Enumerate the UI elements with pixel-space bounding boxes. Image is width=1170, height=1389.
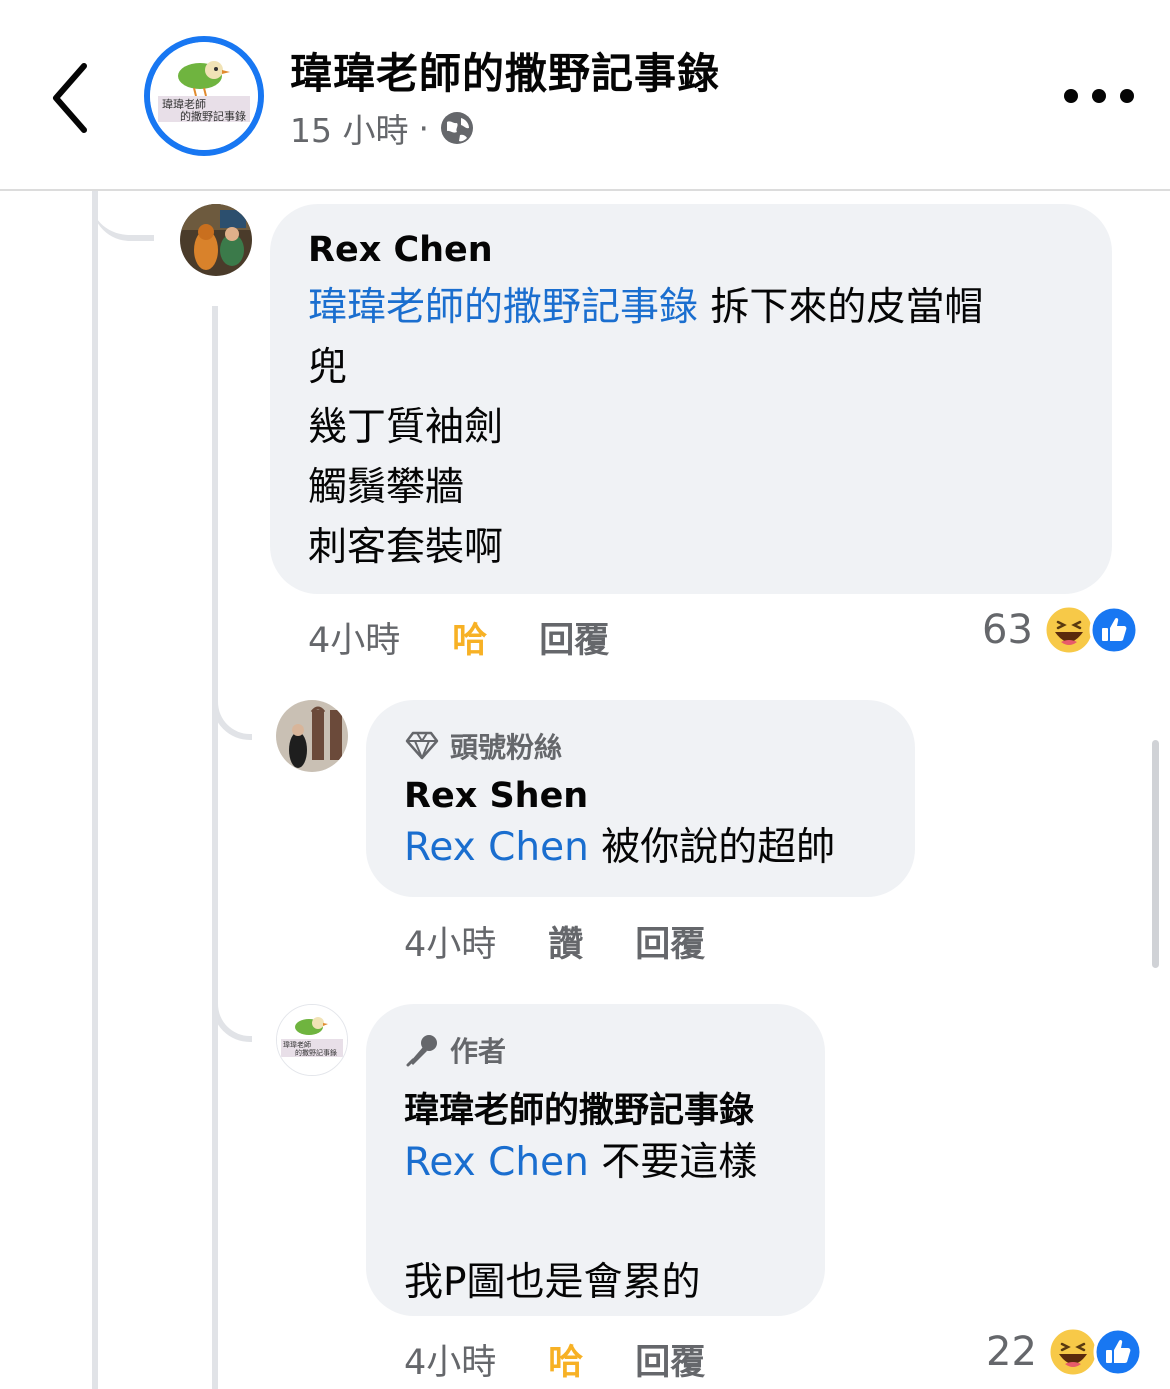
mention-link[interactable]: Rex Chen — [404, 1140, 589, 1185]
comment-bubble: 作者 瑋瑋老師的撒野記事錄 Rex Chen 不要這樣 我P圖也是會累的 — [366, 1004, 825, 1316]
back-chevron-icon[interactable] — [46, 58, 96, 138]
comment-bubble: Rex Chen 瑋瑋老師的撒野記事錄 拆下來的皮當帽 兜 幾丁質袖劍 觸鬚攀牆… — [270, 204, 1112, 594]
comment-text: 瑋瑋老師的撒野記事錄 拆下來的皮當帽 — [308, 278, 1074, 338]
comment-text-line: 不要這樣 — [588, 1140, 758, 1185]
more-icon-dot — [1064, 89, 1078, 103]
comment-actions: 4小時 哈 回覆 — [404, 1334, 705, 1385]
reaction-summary[interactable]: 22 — [986, 1326, 1143, 1378]
scrollbar[interactable] — [1152, 740, 1159, 968]
like-icon — [1089, 605, 1139, 655]
thread-connector — [212, 960, 252, 1042]
badge-label: 作者 — [450, 1035, 507, 1068]
reaction-button[interactable]: 哈 — [548, 1334, 583, 1385]
comment-author[interactable]: 瑋瑋老師的撒野記事錄 — [404, 1082, 787, 1133]
comment-text-line: 觸鬚攀牆 — [308, 465, 465, 510]
reaction-count: 22 — [986, 1329, 1037, 1375]
svg-text:瑋瑋老師: 瑋瑋老師 — [283, 1040, 311, 1049]
page-avatar-small[interactable]: 瑋瑋老師 的撒野記事錄 — [276, 1004, 348, 1076]
like-icon — [1093, 1327, 1143, 1377]
thread-connector — [212, 660, 252, 740]
separator-dot: · — [418, 108, 429, 148]
thread-line-inner — [212, 306, 218, 1389]
comment-text-line: 我P圖也是會累的 — [404, 1260, 701, 1305]
comment-time[interactable]: 4小時 — [404, 1334, 496, 1385]
like-button[interactable]: 讚 — [548, 916, 583, 967]
more-icon-dot — [1120, 89, 1134, 103]
post-meta: 15 小時 · — [290, 104, 475, 152]
comment-time[interactable]: 4小時 — [404, 916, 496, 967]
reply-button[interactable]: 回覆 — [635, 1334, 705, 1385]
comment-actions: 4小時 哈 回覆 — [308, 612, 609, 663]
reply-button[interactable]: 回覆 — [539, 612, 609, 663]
svg-text:的撒野記事錄: 的撒野記事錄 — [295, 1048, 337, 1057]
more-options-button[interactable] — [1064, 82, 1134, 110]
comment-actions: 4小時 讚 回覆 — [404, 916, 705, 967]
comment-text-line: 拆下來的皮當帽 — [698, 285, 984, 330]
globe-icon — [440, 112, 473, 144]
comment-text: Rex Chen 不要這樣 — [404, 1133, 787, 1193]
comment-text-line: 兜 — [308, 345, 348, 390]
commenter-avatar[interactable] — [276, 700, 348, 772]
thread-connector — [92, 191, 154, 241]
reaction-button[interactable]: 哈 — [452, 612, 487, 663]
commenter-avatar[interactable] — [180, 204, 252, 276]
haha-emoji-icon — [1047, 1326, 1099, 1378]
comment-time[interactable]: 4小時 — [308, 612, 400, 663]
more-icon-dot — [1092, 89, 1106, 103]
mention-link[interactable]: Rex Chen — [404, 825, 589, 870]
svg-text:瑋瑋老師: 瑋瑋老師 — [162, 97, 206, 111]
post-header: 瑋瑋老師 的撒野記事錄 瑋瑋老師的撒野記事錄 15 小時 · — [0, 0, 1170, 191]
page-name[interactable]: 瑋瑋老師的撒野記事錄 — [290, 40, 720, 101]
post-time[interactable]: 15 小時 — [290, 104, 408, 152]
author-badge: 作者 — [404, 1030, 787, 1070]
badge-label: 頭號粉絲 — [450, 731, 563, 764]
mention-link[interactable]: 瑋瑋老師的撒野記事錄 — [308, 285, 698, 330]
comment-text-line: 幾丁質袖劍 — [308, 405, 504, 450]
diamond-icon — [405, 731, 439, 760]
comment-text-line: 被你說的超帥 — [588, 825, 836, 870]
svg-text:的撒野記事錄: 的撒野記事錄 — [180, 109, 246, 123]
reaction-count: 63 — [982, 607, 1033, 653]
comment-text: Rex Chen 被你說的超帥 — [404, 818, 877, 878]
comment-author[interactable]: Rex Chen — [308, 230, 1074, 270]
top-fan-badge: 頭號粉絲 — [404, 726, 877, 766]
microphone-icon — [406, 1035, 437, 1067]
reply-button[interactable]: 回覆 — [635, 916, 705, 967]
comment-bubble: 頭號粉絲 Rex Shen Rex Chen 被你說的超帥 — [366, 700, 915, 897]
reaction-summary[interactable]: 63 — [982, 604, 1139, 656]
thread-line-outer — [92, 191, 98, 1389]
haha-emoji-icon — [1043, 604, 1095, 656]
comment-text-line: 刺客套裝啊 — [308, 525, 504, 570]
page-avatar[interactable]: 瑋瑋老師 的撒野記事錄 — [144, 36, 264, 156]
comment-author[interactable]: Rex Shen — [404, 776, 877, 816]
